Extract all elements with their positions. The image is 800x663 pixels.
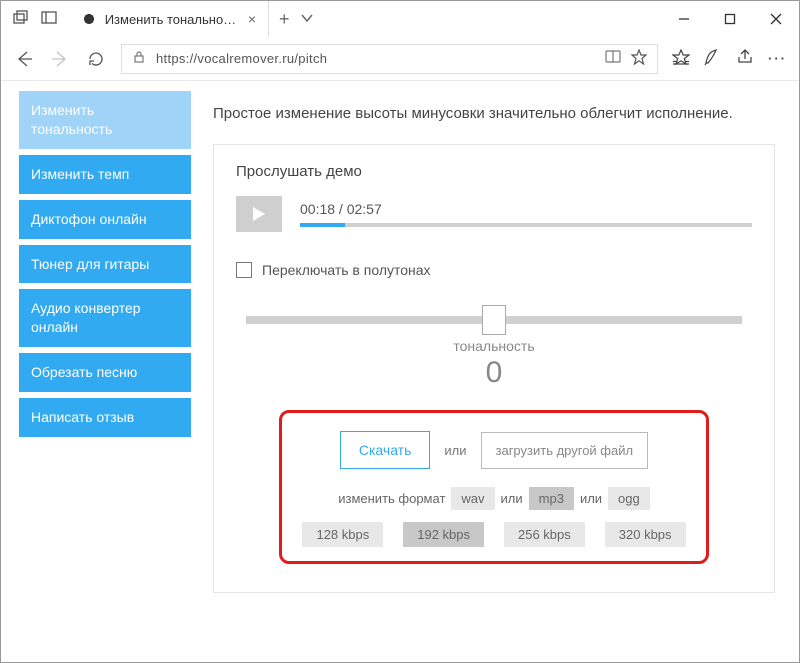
download-box: Скачать или загрузить другой файл измени… (279, 410, 709, 564)
lead-text: Простое изменение высоты минусовки значи… (213, 105, 775, 122)
address-bar: https://vocalremover.ru/pitch ··· (1, 37, 799, 81)
play-button[interactable] (236, 196, 282, 232)
audio-player: 00:18 / 02:57 (236, 196, 752, 232)
maximize-button[interactable] (707, 1, 753, 37)
time-display: 00:18 / 02:57 (300, 201, 752, 217)
slider-value: 0 (236, 356, 752, 390)
titlebar: Изменить тональность × + (1, 1, 799, 37)
back-button[interactable] (13, 48, 35, 70)
browser-tab[interactable]: Изменить тональность × (69, 1, 269, 37)
tab-preview-icons (1, 1, 69, 37)
forward-button[interactable] (49, 48, 71, 70)
lock-icon (132, 50, 146, 67)
download-button[interactable]: Скачать (340, 431, 431, 469)
notes-icon[interactable] (704, 48, 722, 69)
progress-bar[interactable] (300, 223, 752, 227)
slider-label: тональность (236, 338, 752, 354)
sidebar-item-dictaphone[interactable]: Диктофон онлайн (19, 200, 191, 239)
or-text: или (444, 443, 466, 458)
sidebar: Изменить тональность Изменить темп Дикто… (19, 91, 191, 662)
sidebar-item-feedback[interactable]: Написать отзыв (19, 398, 191, 437)
favorites-icon[interactable] (672, 49, 690, 68)
tab-close-icon[interactable]: × (248, 11, 256, 27)
refresh-button[interactable] (85, 48, 107, 70)
window-controls (661, 1, 799, 37)
tab-sidebar-icon[interactable] (41, 10, 57, 29)
close-window-button[interactable] (753, 1, 799, 37)
semitone-checkbox-label: Переключать в полутонах (262, 262, 431, 278)
format-wav[interactable]: wav (451, 487, 494, 510)
sidebar-item-guitar-tuner[interactable]: Тюнер для гитары (19, 245, 191, 284)
bitrate-320[interactable]: 320 kbps (605, 522, 686, 547)
bitrate-192[interactable]: 192 kbps (403, 522, 484, 547)
url-box[interactable]: https://vocalremover.ru/pitch (121, 44, 658, 74)
sidebar-item-change-tempo[interactable]: Изменить темп (19, 155, 191, 194)
progress-fill (300, 223, 345, 227)
tab-title: Изменить тональность (105, 12, 240, 27)
format-ogg[interactable]: ogg (608, 487, 650, 510)
sidebar-item-change-pitch[interactable]: Изменить тональность (19, 91, 191, 149)
format-label: изменить формат (338, 491, 445, 506)
more-icon[interactable]: ··· (768, 51, 787, 66)
reading-view-icon[interactable] (605, 50, 621, 67)
upload-other-button[interactable]: загрузить другой файл (481, 432, 649, 469)
main-content: Простое изменение высоты минусовки значи… (213, 91, 781, 662)
new-tab-button[interactable]: + (279, 9, 290, 30)
url-text: https://vocalremover.ru/pitch (156, 51, 595, 66)
favicon-icon (81, 11, 97, 27)
sidebar-item-cut-song[interactable]: Обрезать песню (19, 353, 191, 392)
tabs-stack-icon[interactable] (13, 10, 29, 29)
pitch-slider[interactable] (246, 316, 741, 324)
sidebar-item-converter[interactable]: Аудио конвертер онлайн (19, 289, 191, 347)
favorite-star-icon[interactable] (631, 49, 647, 68)
slider-thumb[interactable] (482, 305, 506, 335)
minimize-button[interactable] (661, 1, 707, 37)
bitrate-256[interactable]: 256 kbps (504, 522, 585, 547)
or-text-2: или (501, 491, 523, 506)
or-text-3: или (580, 491, 602, 506)
tabs-chevron-icon[interactable] (300, 11, 314, 28)
demo-title: Прослушать демо (236, 163, 752, 180)
bitrate-128[interactable]: 128 kbps (302, 522, 383, 547)
share-icon[interactable] (736, 48, 754, 69)
pitch-panel: Прослушать демо 00:18 / 02:57 Переключат… (213, 144, 775, 593)
semitone-checkbox[interactable] (236, 262, 252, 278)
format-mp3[interactable]: mp3 (529, 487, 574, 510)
